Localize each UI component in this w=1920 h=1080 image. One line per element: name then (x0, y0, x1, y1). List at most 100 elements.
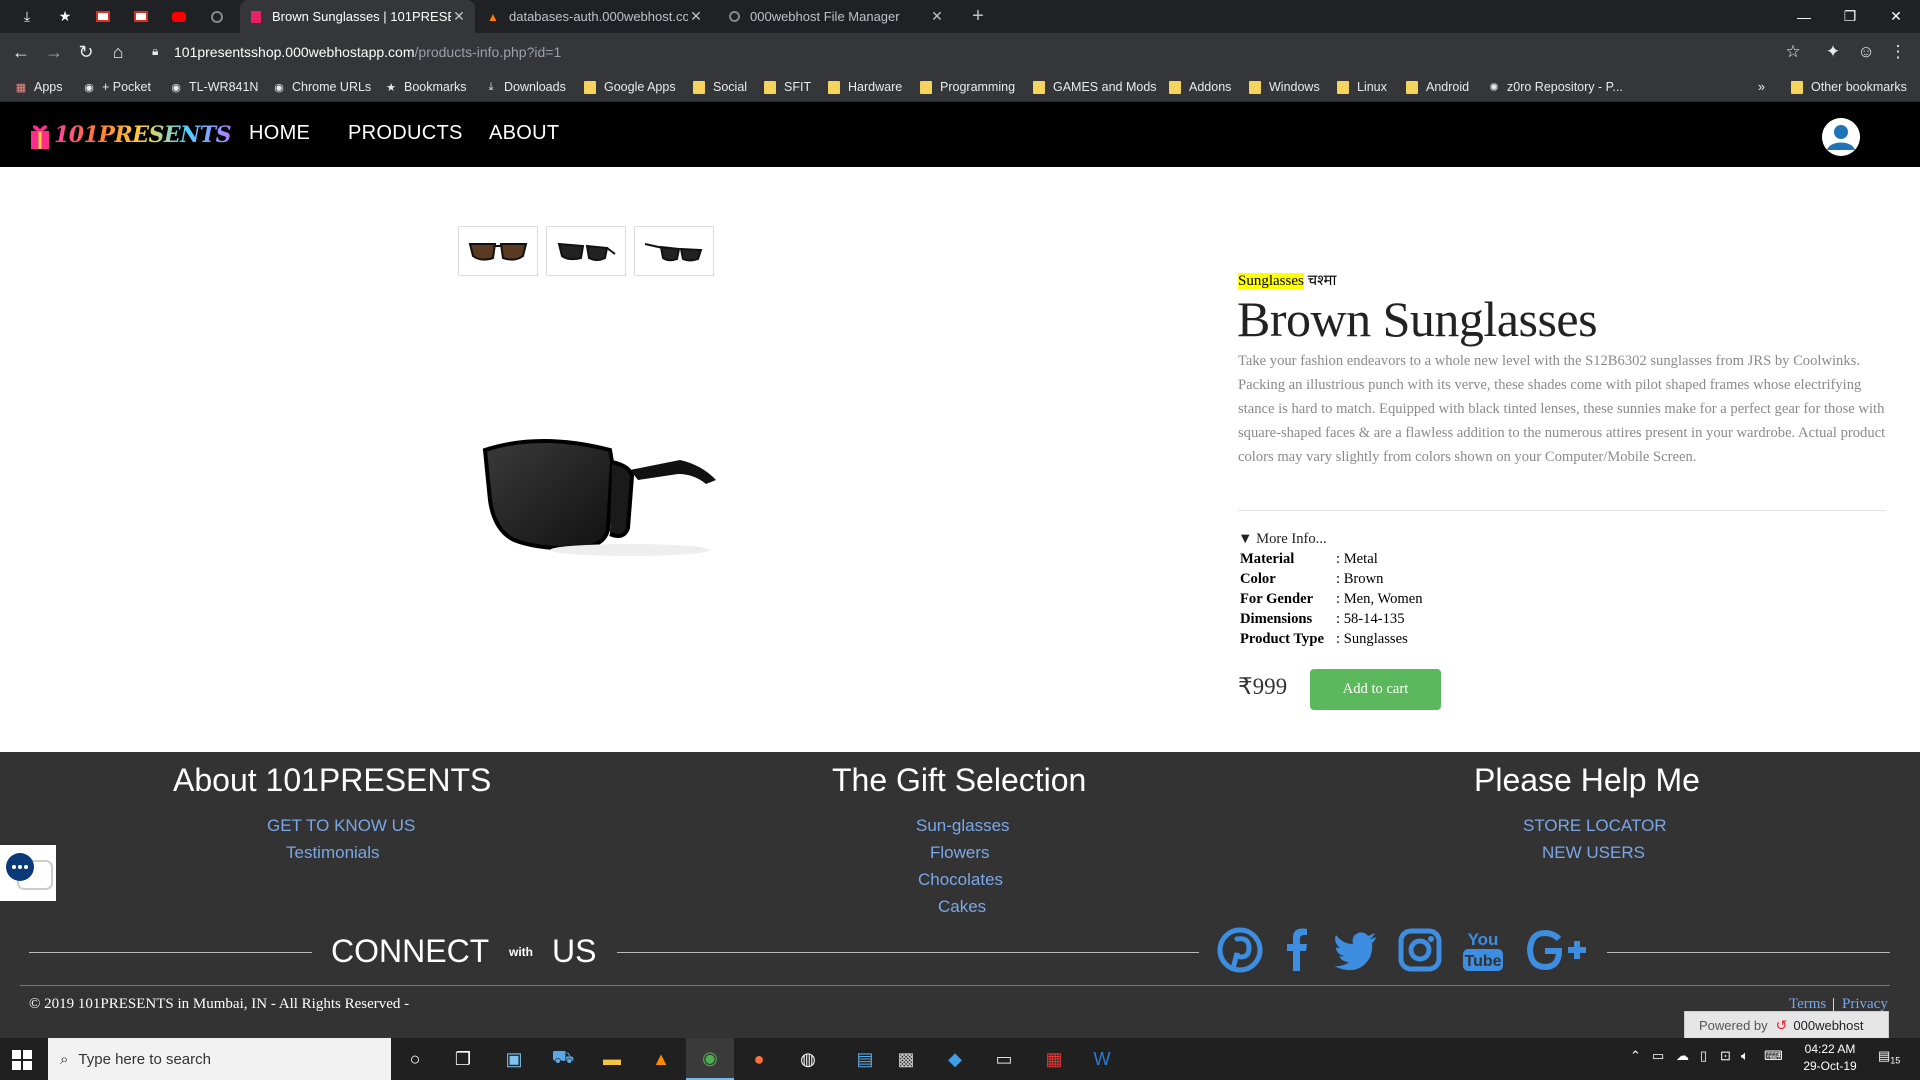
category-hindi: चश्मा (1307, 273, 1337, 289)
bookmark-social[interactable]: Social (693, 77, 747, 97)
bookmark-programming[interactable]: Programming (920, 77, 1015, 97)
bookmark-tl-wr841n[interactable]: ◉ TL-WR841N (169, 77, 258, 97)
minimize-icon[interactable]: — (1781, 0, 1827, 33)
extensions-puzzle-icon[interactable]: ✦ (1822, 41, 1844, 63)
footer-link-cakes[interactable]: Cakes (938, 897, 986, 917)
profile-avatar-icon[interactable]: ☺ (1855, 41, 1877, 63)
windows-start-icon[interactable] (12, 1050, 32, 1070)
close-window-icon[interactable]: ✕ (1873, 0, 1919, 33)
restore-icon[interactable]: ❐ (1827, 0, 1873, 33)
user-account-icon[interactable] (1822, 118, 1860, 156)
tab-databases-auth[interactable]: ▲ databases-auth.000webhost.com ✕ (477, 0, 712, 33)
bookmark-pocket[interactable]: ◉ + Pocket (82, 77, 151, 97)
bookmark-apps[interactable]: ▦ Apps (14, 77, 63, 97)
action-center-icon[interactable]: ▤15 (1878, 1048, 1900, 1066)
firefox-icon[interactable]: ● (735, 1038, 783, 1080)
red-app-icon[interactable]: ▦ (1030, 1038, 1078, 1080)
bookmark-linux[interactable]: Linux (1337, 77, 1387, 97)
network-app-icon[interactable]: ⛟ (539, 1038, 587, 1080)
taskbar-search-box[interactable]: ⌕ Type here to search (48, 1038, 391, 1080)
site-logo[interactable]: 101PRESENTS (28, 116, 232, 154)
footer-link-store-locator[interactable]: STORE LOCATOR (1523, 816, 1667, 836)
terminal-icon[interactable]: ▭ (980, 1038, 1028, 1080)
address-bar[interactable]: 🔒︎ 101presentsshop.000webhostapp.com/pro… (140, 37, 1790, 67)
youtube-icon[interactable]: You Tube (1458, 925, 1508, 975)
gmail-pinned-tab-icon-2[interactable] (126, 0, 156, 33)
youtube-pinned-tab-icon[interactable] (164, 0, 194, 33)
control-panel-icon[interactable]: ▣ (490, 1038, 538, 1080)
pinterest-icon[interactable] (1215, 925, 1265, 975)
bookmark-games[interactable]: GAMES and Mods (1033, 77, 1157, 97)
tray-chevron-icon[interactable]: ⌃ (1630, 1048, 1641, 1064)
close-tab-icon[interactable]: ✕ (451, 8, 467, 25)
tab-brown-sunglasses[interactable]: Brown Sunglasses | 101PRESENTS ✕ (240, 0, 475, 33)
facebook-icon[interactable] (1272, 925, 1322, 975)
tab-file-manager[interactable]: 000webhost File Manager ✕ (718, 0, 953, 33)
google-plus-icon[interactable] (1525, 925, 1591, 975)
globe-pinned-tab-icon[interactable] (202, 0, 232, 33)
vlc-icon[interactable]: ▲ (637, 1038, 685, 1080)
footer-link-flowers[interactable]: Flowers (930, 843, 990, 863)
twitter-icon[interactable] (1331, 925, 1381, 975)
disk-app-icon[interactable]: ▩ (882, 1038, 930, 1080)
gmail-pinned-tab-icon[interactable] (88, 0, 118, 33)
word-icon[interactable]: W (1078, 1038, 1126, 1080)
footer-link-new-users[interactable]: NEW USERS (1542, 843, 1645, 863)
menu-kebab-icon[interactable]: ⋮ (1887, 41, 1909, 63)
bookmark-google-apps[interactable]: Google Apps (584, 77, 676, 97)
more-info-toggle[interactable]: ▼ More Info... (1238, 531, 1327, 548)
bookmark-hardware[interactable]: Hardware (828, 77, 902, 97)
tray-keyboard-icon[interactable]: ⌨ (1764, 1048, 1783, 1064)
cortana-icon[interactable]: ○ (391, 1038, 439, 1080)
bookmark-windows[interactable]: Windows (1249, 77, 1320, 97)
tray-volume-icon[interactable]: 🔈︎ (1741, 1048, 1749, 1064)
tray-cloud-icon[interactable]: ☁ (1676, 1048, 1689, 1064)
footer-link-get-to-know-us[interactable]: GET TO KNOW US (267, 816, 415, 836)
powered-by-badge[interactable]: Powered by ↺ 000webhost (1684, 1011, 1889, 1039)
new-tab-plus-icon[interactable]: + (966, 5, 990, 29)
bookmark-chrome-urls[interactable]: ◉ Chrome URLs (272, 77, 371, 97)
instagram-icon[interactable] (1395, 925, 1445, 975)
star-icon[interactable]: ★ (50, 0, 80, 33)
vscode-icon[interactable]: ◆ (931, 1038, 979, 1080)
category-tag[interactable]: Sunglasses (1238, 273, 1304, 289)
thumbnail-3[interactable] (634, 226, 714, 276)
reload-icon[interactable]: ↻ (75, 41, 97, 63)
bookmark-bookmarks[interactable]: ★ Bookmarks (384, 77, 466, 97)
bookmarks-overflow-chevron[interactable]: » (1758, 77, 1765, 97)
back-arrow-icon[interactable]: ← (10, 41, 32, 63)
nav-about[interactable]: ABOUT (489, 122, 559, 145)
add-to-cart-button[interactable]: Add to cart (1310, 669, 1441, 710)
download-icon[interactable]: ⤓ (12, 0, 42, 33)
bookmark-android[interactable]: Android (1406, 77, 1469, 97)
bookmark-other[interactable]: Other bookmarks (1791, 77, 1907, 97)
thumbnail-1[interactable] (458, 226, 538, 276)
tray-network-icon[interactable]: ⊡ (1720, 1048, 1731, 1064)
task-view-icon[interactable]: ❐ (439, 1038, 487, 1080)
home-icon[interactable]: ⌂ (107, 41, 129, 63)
bookmark-addons[interactable]: Addons (1169, 77, 1231, 97)
bookmark-downloads[interactable]: ⤓ Downloads (484, 77, 566, 97)
steam-icon[interactable]: ◍ (784, 1038, 832, 1080)
bookmark-star-icon[interactable]: ☆ (1782, 41, 1804, 63)
folder-icon (828, 80, 840, 94)
chrome-icon[interactable]: ◉ (686, 1038, 734, 1080)
close-tab-icon[interactable]: ✕ (688, 8, 704, 25)
bookmark-z0ro[interactable]: ✺ z0ro Repository - P... (1487, 77, 1622, 97)
file-explorer-icon[interactable]: ▬ (588, 1038, 636, 1080)
nav-products[interactable]: PRODUCTS (348, 122, 463, 145)
product-title: Brown Sunglasses (1237, 291, 1598, 347)
tray-battery-icon[interactable]: ▯ (1700, 1048, 1707, 1064)
taskbar-clock[interactable]: 04:22 AM 29-Oct-19 (1790, 1041, 1870, 1075)
thumbnail-2[interactable] (546, 226, 626, 276)
nav-home[interactable]: HOME (249, 122, 310, 145)
close-tab-icon[interactable]: ✕ (929, 8, 945, 25)
bookmark-sfit[interactable]: SFIT (764, 77, 811, 97)
footer-link-sun-glasses[interactable]: Sun-glasses (916, 816, 1010, 836)
divider (1238, 510, 1886, 511)
tray-monitor-icon[interactable]: ▭ (1652, 1048, 1664, 1064)
chat-widget-icon[interactable] (0, 845, 56, 901)
forward-arrow-icon[interactable]: → (43, 41, 65, 63)
footer-link-testimonials[interactable]: Testimonials (286, 843, 380, 863)
footer-link-chocolates[interactable]: Chocolates (918, 870, 1003, 890)
